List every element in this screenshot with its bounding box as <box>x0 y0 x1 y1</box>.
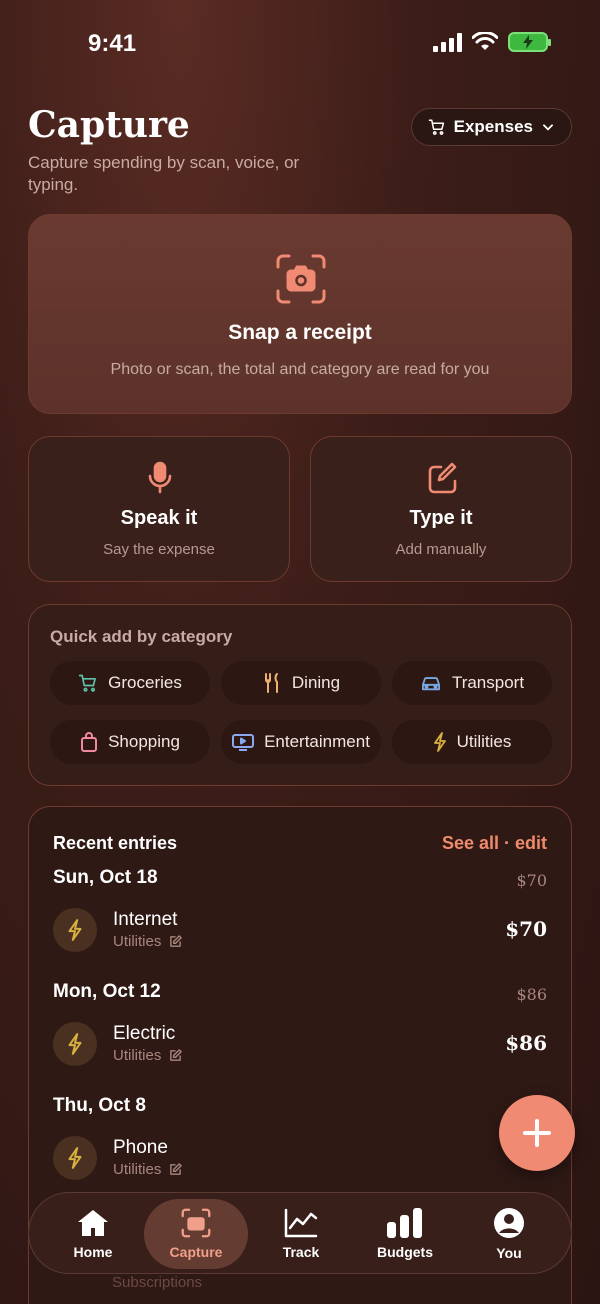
battery-icon <box>508 32 551 52</box>
tab-label: Home <box>73 1244 113 1260</box>
mode-label: Expenses <box>453 117 533 136</box>
see-all-edit-link[interactable]: See all · edit <box>442 833 547 854</box>
quick-add-heading: Quick add by category <box>50 627 233 646</box>
entry-category-icon <box>53 1136 97 1180</box>
user-icon <box>494 1208 524 1238</box>
speak-description: Say the expense <box>103 541 215 558</box>
category-chip-shopping[interactable]: Shopping <box>50 720 210 764</box>
entry-amount: $86 <box>505 1031 547 1055</box>
snap-description: Photo or scan, the total and category ar… <box>110 361 490 378</box>
status-icons <box>433 32 551 52</box>
edit-icon[interactable] <box>169 935 183 948</box>
bolt-icon <box>433 732 446 752</box>
cart-icon <box>78 674 97 692</box>
bolt-icon <box>68 1033 82 1055</box>
chip-label: Entertainment <box>264 732 370 751</box>
car-icon <box>421 677 440 691</box>
type-it-card[interactable]: Type it Add manually <box>310 436 572 582</box>
entry-category-icon <box>53 1022 97 1066</box>
speak-title: Speak it <box>120 507 198 529</box>
plus-icon <box>523 1119 551 1147</box>
chip-label: Dining <box>291 673 341 692</box>
entry-category-label: Utilities <box>113 1161 162 1178</box>
mode-dropdown[interactable]: Expenses <box>410 108 572 146</box>
wifi-icon <box>472 32 498 50</box>
entry-name[interactable]: Internet <box>113 909 177 931</box>
entry-category: Utilities <box>113 1047 183 1064</box>
microphone-icon <box>148 461 172 494</box>
signal-icon <box>433 32 462 52</box>
tab-bar: Home Capture Track Budgets You <box>28 1192 572 1274</box>
tab-track[interactable]: Track <box>249 1199 353 1269</box>
quick-add-card: Quick add by category Groceries Dining T… <box>28 604 572 786</box>
tab-you[interactable]: You <box>457 1199 561 1269</box>
edit-icon[interactable] <box>169 1049 183 1062</box>
hidden-entry-category: Subscriptions <box>112 1274 203 1291</box>
day-label: Thu, Oct 8 <box>53 1095 146 1116</box>
tab-budgets[interactable]: Budgets <box>353 1199 457 1269</box>
category-chip-groceries[interactable]: Groceries <box>50 661 210 705</box>
status-bar: 9:41 <box>0 0 600 90</box>
bolt-icon <box>68 1147 82 1169</box>
bar-chart-icon <box>387 1208 422 1238</box>
chip-label: Shopping <box>108 732 180 751</box>
tab-capture[interactable]: Capture <box>144 1199 248 1269</box>
day-label: Sun, Oct 18 <box>53 867 158 888</box>
chip-label: Utilities <box>456 732 512 751</box>
page-title: Capture <box>28 104 190 146</box>
entry-category-icon <box>53 908 97 952</box>
category-chip-utilities[interactable]: Utilities <box>392 720 552 764</box>
day-total: $70 <box>516 871 547 890</box>
speak-it-card[interactable]: Speak it Say the expense <box>28 436 290 582</box>
cart-icon <box>428 119 444 135</box>
type-title: Type it <box>409 507 473 529</box>
entry-category: Utilities <box>113 933 183 950</box>
snap-title: Snap a receipt <box>228 321 372 344</box>
entry-category-label: Utilities <box>113 1047 162 1064</box>
edit-icon[interactable] <box>169 1163 183 1176</box>
category-chip-dining[interactable]: Dining <box>221 661 381 705</box>
bolt-icon <box>68 919 82 941</box>
tab-label: Budgets <box>377 1244 433 1260</box>
tv-icon <box>232 734 255 751</box>
tab-label: You <box>496 1245 522 1261</box>
entry-name[interactable]: Electric <box>113 1023 175 1045</box>
entry-category: Utilities <box>113 1161 183 1178</box>
day-label: Mon, Oct 12 <box>53 981 161 1002</box>
camera-scan-icon <box>276 254 326 304</box>
chip-label: Transport <box>451 673 525 692</box>
tab-label: Capture <box>169 1244 223 1260</box>
line-chart-icon <box>284 1208 318 1238</box>
tab-label: Track <box>282 1244 320 1260</box>
camera-icon <box>181 1208 211 1238</box>
chevron-down-icon <box>543 124 553 131</box>
category-chip-transport[interactable]: Transport <box>392 661 552 705</box>
type-description: Add manually <box>395 541 487 558</box>
entry-amount: $70 <box>505 917 547 941</box>
bag-icon <box>81 732 98 752</box>
day-total: $86 <box>516 985 547 1004</box>
tab-home[interactable]: Home <box>41 1199 145 1269</box>
fork-knife-icon <box>264 673 278 693</box>
recent-heading: Recent entries <box>53 833 178 853</box>
add-expense-button[interactable] <box>499 1095 575 1171</box>
chip-label: Groceries <box>108 673 182 692</box>
entry-name[interactable]: Phone <box>113 1137 168 1159</box>
edit-icon <box>428 462 457 494</box>
page-subtitle: Capture spending by scan, voice, or typi… <box>28 153 300 194</box>
category-chip-entertainment[interactable]: Entertainment <box>221 720 381 764</box>
status-time: 9:41 <box>88 30 137 57</box>
entry-category-label: Utilities <box>113 933 162 950</box>
snap-receipt-card[interactable]: Snap a receipt Photo or scan, the total … <box>28 214 572 414</box>
home-icon <box>78 1210 108 1236</box>
